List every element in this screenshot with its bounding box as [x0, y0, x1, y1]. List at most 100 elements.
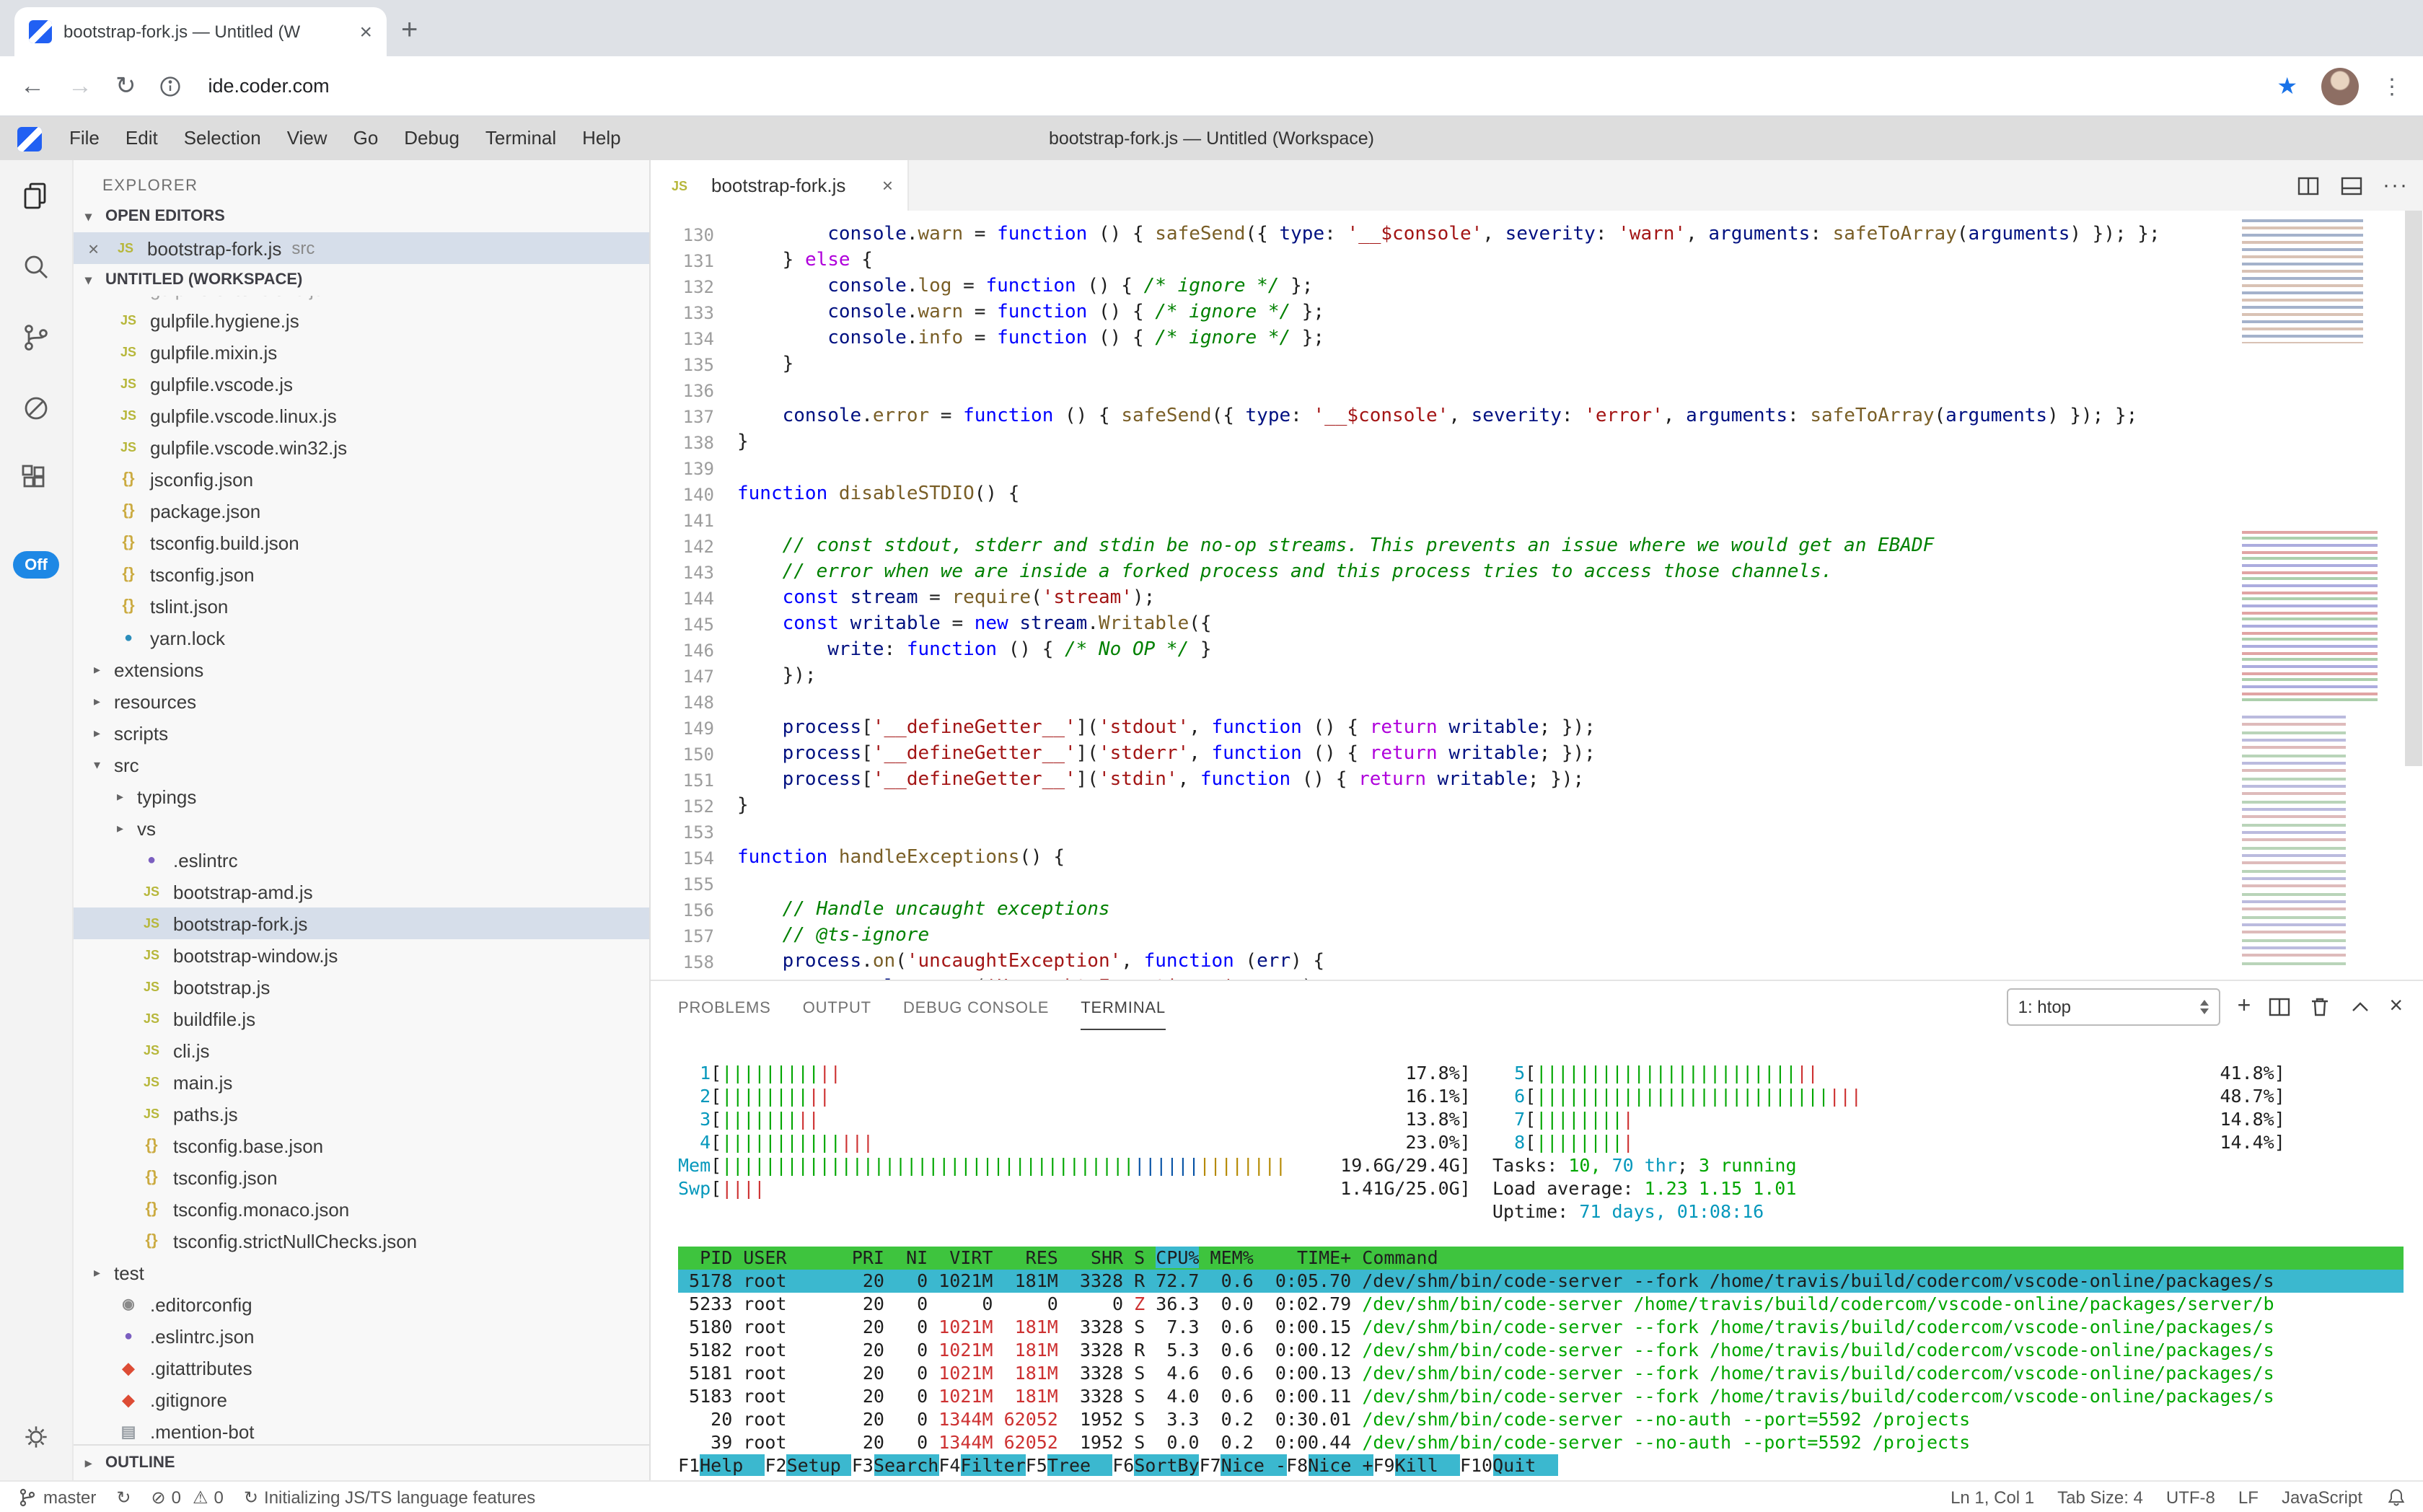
tree-item-tsconfig-json[interactable]: tsconfig.json	[74, 1161, 649, 1193]
tree-item-resources[interactable]: ▸resources	[74, 685, 649, 717]
editor-layout-icon[interactable]	[2339, 174, 2362, 197]
tree-item--eslintrc-json[interactable]: .eslintrc.json	[74, 1320, 649, 1352]
tree-item-tslint-json[interactable]: tslint.json	[74, 590, 649, 622]
tree-item-gulpfile-vscode-linux-js[interactable]: gulpfile.vscode.linux.js	[74, 400, 649, 431]
panel-tab-terminal[interactable]: TERMINAL	[1081, 985, 1166, 1029]
tree-item-test[interactable]: ▸test	[74, 1257, 649, 1288]
tree-item-paths-js[interactable]: paths.js	[74, 1098, 649, 1130]
profile-avatar[interactable]	[2321, 67, 2358, 105]
forward-icon[interactable]: →	[68, 71, 92, 100]
tree-item-extensions[interactable]: ▸extensions	[74, 654, 649, 685]
tree-item-package-json[interactable]: package.json	[74, 495, 649, 527]
tree-item-tsconfig-base-json[interactable]: tsconfig.base.json	[74, 1130, 649, 1161]
eol-indicator[interactable]: LF	[2238, 1487, 2259, 1508]
tree-item-yarn-lock[interactable]: yarn.lock	[74, 622, 649, 654]
tree-item-tsconfig-monaco-json[interactable]: tsconfig.monaco.json	[74, 1193, 649, 1225]
editor-tab-bootstrap-fork[interactable]: bootstrap-fork.js ×	[651, 160, 909, 211]
tree-item-tsconfig-json[interactable]: tsconfig.json	[74, 558, 649, 590]
tree-item-buildfile-js[interactable]: buildfile.js	[74, 1003, 649, 1034]
menu-edit[interactable]: Edit	[113, 117, 171, 160]
menu-go[interactable]: Go	[340, 117, 392, 160]
kill-terminal-icon[interactable]	[2308, 995, 2331, 1019]
tree-item--mention-bot[interactable]: .mention-bot	[74, 1415, 649, 1444]
search-icon[interactable]	[0, 231, 72, 302]
panel-tab-debug-console[interactable]: DEBUG CONSOLE	[903, 985, 1049, 1029]
new-tab-button[interactable]: +	[401, 14, 418, 48]
server-off-badge[interactable]: Off	[13, 551, 59, 579]
line-number: 139	[651, 456, 737, 482]
maximize-panel-icon[interactable]	[2349, 995, 2372, 1019]
tree-item-bootstrap-js[interactable]: bootstrap.js	[74, 971, 649, 1003]
browser-tab[interactable]: bootstrap-fork.js — Untitled (W ×	[14, 7, 387, 56]
tree-item-tsconfig-strictnullchecks-json[interactable]: tsconfig.strictNullChecks.json	[74, 1225, 649, 1257]
tree-item--gitignore[interactable]: .gitignore	[74, 1384, 649, 1415]
minimap[interactable]	[2237, 211, 2403, 981]
problems-indicator[interactable]: ⊘0 ⚠0	[151, 1487, 224, 1508]
terminal-select[interactable]: 1: htop	[2007, 988, 2220, 1026]
tree-item--eslintrc[interactable]: .eslintrc	[74, 844, 649, 876]
panel-tab-problems[interactable]: PROBLEMS	[678, 985, 771, 1029]
back-icon[interactable]: ←	[20, 71, 45, 100]
workspace-header[interactable]: ▾ UNTITLED (WORKSPACE)	[74, 264, 649, 296]
reload-icon[interactable]: ↻	[115, 71, 136, 100]
scrollbar-thumb[interactable]	[2404, 211, 2422, 766]
tree-item-cli-js[interactable]: cli.js	[74, 1034, 649, 1066]
tree-item-vs[interactable]: ▸vs	[74, 812, 649, 844]
sync-icon[interactable]: ↻	[116, 1487, 131, 1508]
open-editor-item[interactable]: × bootstrap-fork.js src	[74, 232, 649, 264]
editor-scrollbar[interactable]	[2403, 211, 2423, 981]
tree-item--editorconfig[interactable]: .editorconfig	[74, 1288, 649, 1320]
address-bar[interactable]: ide.coder.com	[208, 75, 330, 97]
extensions-icon[interactable]	[0, 443, 72, 514]
terminal[interactable]: 1[||||||||||| 17.8%] 5[|||||||||||||||||…	[651, 1033, 2423, 1480]
tree-item-gulpfile-vscode-win32-js[interactable]: gulpfile.vscode.win32.js	[74, 431, 649, 463]
encoding-indicator[interactable]: UTF-8	[2166, 1487, 2215, 1508]
split-editor-icon[interactable]	[2296, 174, 2319, 197]
tree-item-tsconfig-build-json[interactable]: tsconfig.build.json	[74, 527, 649, 558]
menu-selection[interactable]: Selection	[171, 117, 274, 160]
language-mode[interactable]: JavaScript	[2282, 1487, 2362, 1508]
indentation-indicator[interactable]: Tab Size: 4	[2057, 1487, 2143, 1508]
site-info-icon[interactable]	[159, 74, 183, 97]
tree-item-gulpfile-hygiene-js[interactable]: gulpfile.hygiene.js	[74, 304, 649, 336]
tab-close-icon[interactable]: ×	[882, 175, 893, 196]
split-terminal-icon[interactable]	[2268, 995, 2291, 1019]
tree-item-scripts[interactable]: ▸scripts	[74, 717, 649, 749]
explorer-icon[interactable]	[0, 160, 72, 231]
tree-item-bootstrap-fork-js[interactable]: bootstrap-fork.js	[74, 907, 649, 939]
tree-item-bootstrap-amd-js[interactable]: bootstrap-amd.js	[74, 876, 649, 907]
menu-help[interactable]: Help	[569, 117, 634, 160]
browser-menu-icon[interactable]: ⋮	[2381, 73, 2403, 99]
menu-file[interactable]: File	[56, 117, 113, 160]
tree-item-main-js[interactable]: main.js	[74, 1066, 649, 1098]
settings-gear-icon[interactable]	[0, 1401, 72, 1472]
close-icon[interactable]: ×	[88, 237, 111, 259]
source-control-icon[interactable]	[0, 302, 72, 372]
close-panel-icon[interactable]: ×	[2389, 995, 2403, 1019]
panel-tab-output[interactable]: OUTPUT	[803, 985, 871, 1029]
code-editor[interactable]: 130 console.warn = function () { safeSen…	[651, 211, 2423, 981]
tree-item-jsconfig-json[interactable]: jsconfig.json	[74, 463, 649, 495]
tree-item-bootstrap-window-js[interactable]: bootstrap-window.js	[74, 939, 649, 971]
tree-item-gulpfile-vscode-js[interactable]: gulpfile.vscode.js	[74, 368, 649, 400]
branch-indicator[interactable]: master	[17, 1487, 96, 1508]
new-terminal-icon[interactable]: +	[2238, 995, 2251, 1019]
tree-item-typings[interactable]: ▸typings	[74, 781, 649, 812]
tree-item-gulpfile-mixin-js[interactable]: gulpfile.mixin.js	[74, 336, 649, 368]
tree-item--gitattributes[interactable]: .gitattributes	[74, 1352, 649, 1384]
cursor-position[interactable]: Ln 1, Col 1	[1951, 1487, 2034, 1508]
status-message[interactable]: ↻ Initializing JS/TS language features	[244, 1487, 535, 1508]
tab-close-icon[interactable]: ×	[359, 21, 372, 43]
outline-section-header[interactable]: ▸ OUTLINE	[74, 1444, 649, 1480]
open-editors-header[interactable]: ▾ OPEN EDITORS	[74, 201, 649, 232]
bookmark-star-icon[interactable]: ★	[2277, 71, 2297, 100]
tree-item-gulpfile-extensions-js[interactable]: gulpfile.extensions.js	[74, 296, 649, 304]
menu-debug[interactable]: Debug	[391, 117, 472, 160]
more-actions-icon[interactable]: ···	[2383, 173, 2409, 198]
notifications-bell-icon[interactable]	[2385, 1487, 2406, 1508]
menu-view[interactable]: View	[274, 117, 340, 160]
tree-item-src[interactable]: ▾src	[74, 749, 649, 781]
debug-icon[interactable]	[0, 372, 72, 443]
menu-terminal[interactable]: Terminal	[472, 117, 569, 160]
line-content: console.info = function () { /* ignore *…	[737, 326, 1324, 352]
